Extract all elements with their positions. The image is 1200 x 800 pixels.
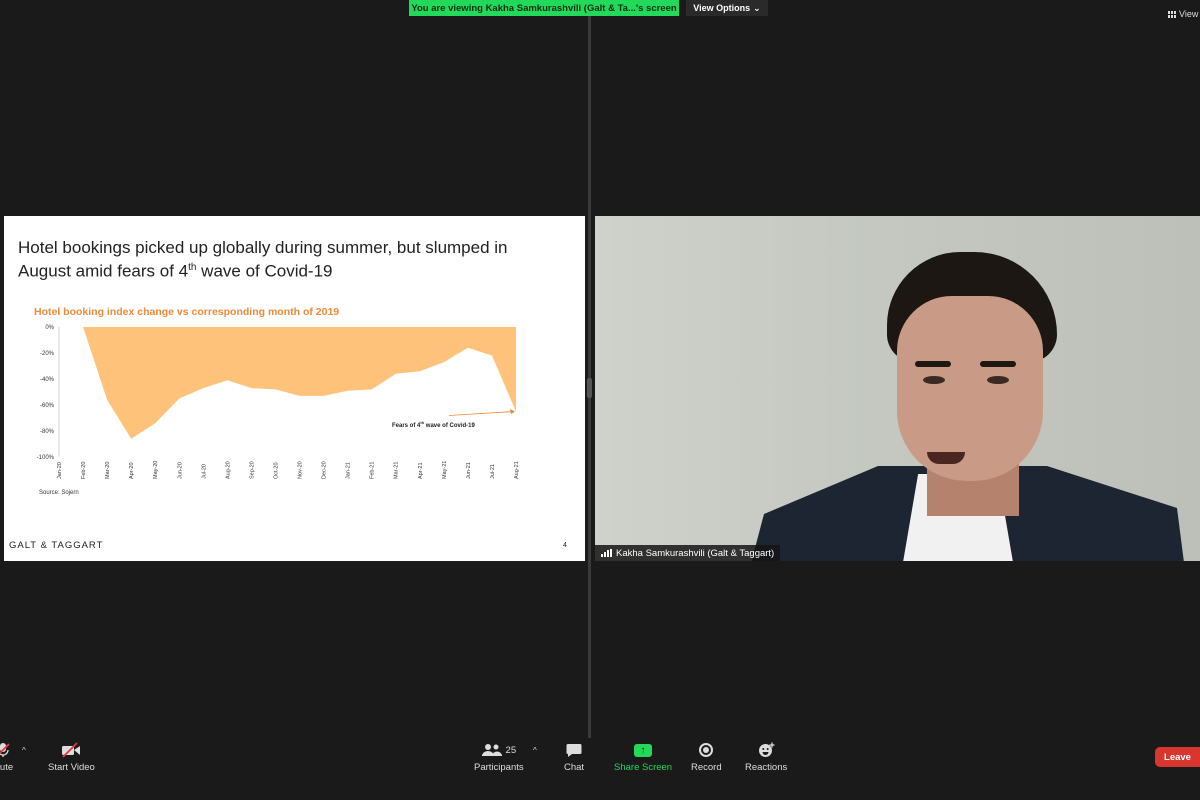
brand-logo: GALT & TAGGART — [9, 540, 104, 551]
grid-icon — [1168, 10, 1176, 18]
reactions-button[interactable]: Reactions — [745, 742, 787, 773]
x-tick-label: Sep-20 — [249, 461, 255, 479]
x-tick-label: Jun-20 — [177, 462, 183, 479]
x-tick-label: Aug-21 — [514, 461, 520, 479]
view-button[interactable]: View — [1168, 9, 1198, 19]
person-brow-left — [915, 361, 951, 367]
hotel-booking-area-chart: 0% -20% -40% -60% -80% -100%Jan-20 Feb-20 Mar-2… — [37, 325, 520, 479]
share-screen-icon: ↑ — [634, 743, 653, 757]
x-tick-label: Nov-20 — [298, 461, 304, 479]
x-tick-label: Oct-20 — [273, 462, 279, 479]
video-off-icon — [61, 742, 81, 758]
chevron-down-icon: ⌄ — [753, 2, 761, 13]
chart-source: Source: Sojern — [39, 490, 79, 496]
x-tick-label: Aug-20 — [225, 461, 231, 479]
slide-title-line1: Hotel bookings picked up globally during… — [18, 238, 508, 257]
y-tick-label: -60% — [40, 403, 55, 409]
x-tick-label: Apr-20 — [129, 462, 135, 479]
participants-options-chevron-icon[interactable]: ^ — [533, 746, 537, 755]
annotation-post: wave of Covid-19 — [424, 423, 475, 429]
reactions-label: Reactions — [745, 762, 788, 773]
person-face — [897, 296, 1043, 481]
x-tick-label: May-21 — [442, 461, 448, 479]
record-icon — [699, 743, 714, 757]
participants-icon — [481, 744, 502, 756]
record-label: Record — [691, 762, 722, 773]
person-eye-right — [987, 376, 1009, 384]
signal-strength-icon — [601, 549, 612, 557]
record-button[interactable]: Record — [691, 742, 722, 773]
x-tick-label: Dec-20 — [322, 461, 328, 479]
slide-title: Hotel bookings picked up globally during… — [18, 238, 568, 282]
leave-button[interactable]: Leave — [1155, 747, 1200, 767]
x-tick-label: Jan-21 — [346, 462, 352, 479]
x-tick-label: Jun-21 — [466, 462, 472, 479]
leave-label: Leave — [1164, 751, 1191, 763]
y-tick-label: 0% — [45, 325, 54, 331]
chart-title: Hotel booking index change vs correspond… — [34, 306, 340, 318]
person-brow-right — [980, 361, 1016, 367]
chart-annotation: Fears of 4th wave of Covid-19 — [392, 420, 475, 429]
chat-label: Chat — [564, 762, 585, 773]
share-screen-label: Share Screen — [614, 762, 673, 773]
mute-button[interactable]: mute — [0, 742, 13, 773]
x-tick-label: Jul-21 — [490, 464, 496, 479]
person-eye-left — [923, 376, 945, 384]
chat-icon — [566, 742, 582, 758]
meeting-toolbar — [0, 738, 1200, 800]
x-tick-label: May-20 — [153, 461, 159, 479]
slide-title-line2-post: wave of Covid-19 — [196, 261, 333, 281]
slide-page-number: 4 — [563, 542, 567, 549]
y-tick-label: -40% — [40, 377, 55, 383]
start-video-label: Start Video — [48, 762, 95, 773]
banner-text: You are viewing Kakha Samkurashvili (Gal… — [411, 2, 677, 14]
x-tick-label: Jul-20 — [201, 464, 207, 479]
x-tick-label: Jan-20 — [57, 462, 63, 479]
start-video-button[interactable]: Start Video — [48, 742, 95, 773]
person-mouth — [927, 452, 965, 464]
share-screen-button[interactable]: ↑ Share Screen — [614, 742, 672, 773]
y-tick-label: -80% — [40, 429, 55, 435]
share-screen-icon-wrap: ↑ — [634, 742, 653, 758]
participants-icon-group: 25 — [481, 742, 517, 758]
x-tick-label: Mar-20 — [105, 462, 111, 479]
participants-button[interactable]: 25 Participants — [474, 742, 524, 773]
annotation-arrowhead — [510, 409, 515, 414]
split-divider[interactable] — [587, 16, 592, 738]
shared-slide: Hotel bookings picked up globally during… — [4, 216, 585, 561]
view-label: View — [1179, 9, 1199, 19]
record-icon-wrap — [699, 742, 714, 758]
participant-name-tag: Kakha Samkurashvili (Galt & Taggart) — [595, 545, 781, 561]
slide-title-line2-pre: August amid fears of 4 — [18, 261, 189, 281]
participant-name: Kakha Samkurashvili (Galt & Taggart) — [616, 547, 775, 559]
view-options-button[interactable]: View Options ⌄ — [686, 0, 768, 16]
x-tick-label: Mar-21 — [394, 462, 400, 479]
mute-label: mute — [0, 762, 14, 773]
annotation-arrow — [448, 411, 515, 416]
annotation-pre: Fears of 4 — [392, 423, 421, 429]
divider-handle[interactable] — [587, 378, 592, 398]
x-tick-label: Apr-21 — [418, 462, 424, 479]
y-tick-label: -20% — [40, 351, 55, 357]
participants-count: 25 — [505, 744, 517, 756]
x-tick-label: Feb-21 — [370, 462, 376, 479]
x-tick-label: Feb-20 — [81, 462, 87, 479]
viewing-screen-banner: You are viewing Kakha Samkurashvili (Gal… — [409, 0, 679, 16]
presenter-video[interactable]: Kakha Samkurashvili (Galt & Taggart) — [595, 216, 1200, 561]
audio-options-chevron-icon[interactable]: ^ — [22, 746, 26, 755]
reactions-icon — [758, 742, 775, 758]
chat-button[interactable]: Chat — [564, 742, 584, 773]
microphone-muted-icon — [0, 742, 11, 758]
participants-label: Participants — [474, 762, 524, 773]
y-tick-label: -100% — [37, 455, 55, 461]
view-options-label: View Options — [693, 3, 751, 13]
